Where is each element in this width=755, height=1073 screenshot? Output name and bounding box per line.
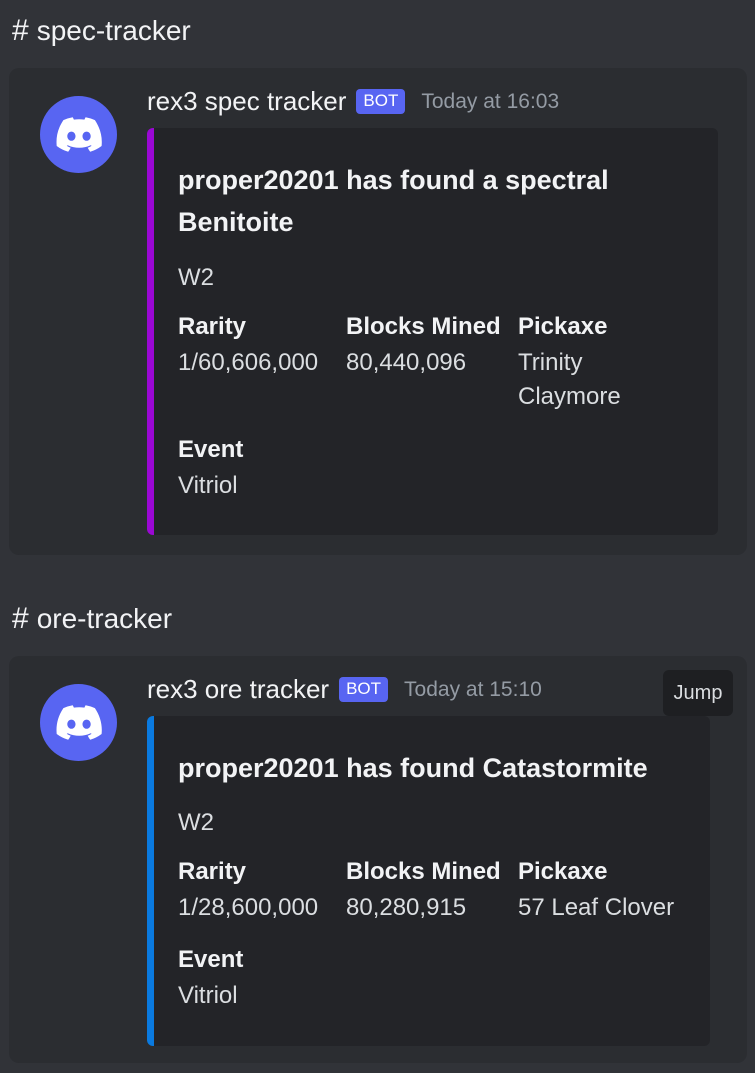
message-header: rex3 ore tracker BOT Today at 15:10 bbox=[147, 674, 542, 705]
field-name: Blocks Mined bbox=[346, 858, 501, 885]
field-pickaxe: Pickaxe 57 Leaf Clover bbox=[518, 857, 703, 925]
field-value: 1/60,606,000 bbox=[178, 349, 319, 376]
avatar[interactable] bbox=[40, 96, 117, 173]
field-name: Pickaxe bbox=[518, 313, 608, 340]
message-card: rex3 ore tracker BOT Today at 15:10 Jump… bbox=[9, 656, 747, 1063]
embed-title: proper20201 has found a spectral Benitoi… bbox=[178, 159, 698, 243]
embed-description: W2 bbox=[178, 264, 214, 291]
channel-heading-spec-tracker[interactable]: # spec-tracker bbox=[12, 16, 191, 46]
bot-badge: BOT bbox=[356, 89, 406, 114]
jump-button[interactable]: Jump bbox=[663, 670, 733, 716]
field-pickaxe: Pickaxe Trinity Claymore bbox=[518, 312, 668, 414]
channel-heading-ore-tracker[interactable]: # ore-tracker bbox=[12, 604, 172, 634]
embed-title-player: proper20201 bbox=[178, 753, 339, 783]
field-value: 80,280,915 bbox=[346, 894, 467, 921]
embed-title-item: Catastormite bbox=[482, 753, 648, 783]
field-name: Blocks Mined bbox=[346, 313, 501, 340]
field-rarity: Rarity 1/28,600,000 bbox=[178, 857, 348, 925]
field-name: Pickaxe bbox=[518, 858, 608, 885]
hash-icon: # bbox=[12, 602, 29, 635]
embed-title-item: Benitoite bbox=[178, 207, 294, 237]
field-value: 57 Leaf Clover bbox=[518, 894, 675, 921]
field-blocks-mined: Blocks Mined 80,440,096 bbox=[346, 312, 516, 380]
field-name: Event bbox=[178, 946, 244, 973]
channel-name: ore-tracker bbox=[36, 603, 173, 634]
field-name: Event bbox=[178, 436, 244, 463]
message-card: rex3 spec tracker BOT Today at 16:03 pro… bbox=[9, 68, 747, 555]
embed-title-middle: has found bbox=[338, 753, 483, 783]
field-value: Vitriol bbox=[178, 472, 238, 499]
channel-name: spec-tracker bbox=[36, 15, 191, 46]
field-name: Rarity bbox=[178, 858, 247, 885]
embed: proper20201 has found a spectral Benitoi… bbox=[147, 128, 718, 535]
field-name: Rarity bbox=[178, 313, 247, 340]
hash-icon: # bbox=[12, 14, 29, 47]
embed-title-middle: has found a spectral bbox=[338, 165, 609, 195]
embed: proper20201 has found Catastormite W2 Ra… bbox=[147, 716, 710, 1046]
field-value: 80,440,096 bbox=[346, 349, 467, 376]
author-name[interactable]: rex3 ore tracker bbox=[147, 674, 329, 705]
message-header: rex3 spec tracker BOT Today at 16:03 bbox=[147, 86, 559, 117]
field-value: 1/28,600,000 bbox=[178, 894, 319, 921]
field-rarity: Rarity 1/60,606,000 bbox=[178, 312, 348, 380]
field-event: Event Vitriol bbox=[178, 435, 348, 503]
discord-logo-icon bbox=[56, 704, 102, 740]
author-name[interactable]: rex3 spec tracker bbox=[147, 86, 346, 117]
embed-title-player: proper20201 bbox=[178, 165, 339, 195]
embed-title: proper20201 has found Catastormite bbox=[178, 747, 698, 789]
avatar[interactable] bbox=[40, 684, 117, 761]
embed-color-bar bbox=[147, 128, 154, 535]
field-value: Vitriol bbox=[178, 982, 238, 1009]
timestamp[interactable]: Today at 16:03 bbox=[421, 90, 559, 114]
bot-badge: BOT bbox=[339, 677, 389, 702]
field-event: Event Vitriol bbox=[178, 945, 348, 1013]
chat-page: # spec-tracker rex3 spec tracker BOT Tod… bbox=[0, 0, 755, 1073]
embed-color-bar bbox=[147, 716, 154, 1046]
discord-logo-icon bbox=[56, 116, 102, 152]
timestamp[interactable]: Today at 15:10 bbox=[404, 678, 542, 702]
embed-description: W2 bbox=[178, 809, 214, 836]
field-blocks-mined: Blocks Mined 80,280,915 bbox=[346, 857, 516, 925]
field-value: Trinity Claymore bbox=[518, 349, 621, 410]
